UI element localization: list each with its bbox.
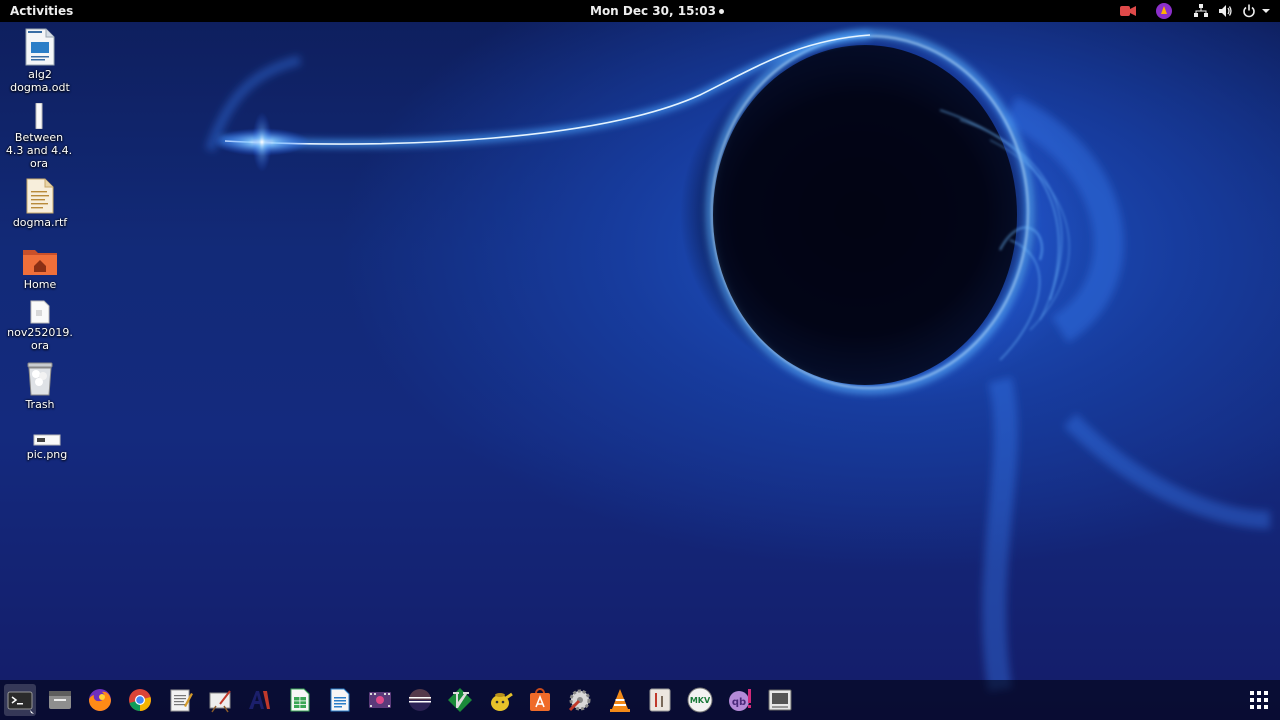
show-applications-button[interactable]	[1250, 691, 1268, 709]
dock-chrome[interactable]	[126, 686, 154, 714]
dock-firefox[interactable]	[86, 686, 114, 714]
desktop-file-nov252019-ora[interactable]: nov252019. ora	[2, 300, 78, 352]
dock-settings-tool[interactable]	[566, 686, 594, 714]
writer-icon	[330, 688, 350, 712]
dock-system-monitor[interactable]	[646, 686, 674, 714]
spreadsheet-icon	[290, 688, 310, 712]
ora-file-icon	[2, 300, 78, 324]
drawing-icon	[209, 690, 231, 713]
svg-text:MKV: MKV	[690, 696, 711, 705]
desktop-icon-label: alg2 dogma.odt	[10, 68, 70, 94]
chevron-down-icon[interactable]	[1262, 8, 1270, 14]
clock-label: Mon Dec 30, 15:03	[590, 4, 716, 18]
image-file-icon	[9, 432, 85, 446]
dock-text-editor[interactable]	[166, 686, 194, 714]
dock-video-editor[interactable]	[366, 686, 394, 714]
chrome-icon	[129, 689, 151, 711]
vim-icon	[448, 688, 472, 712]
writer-document-icon	[2, 28, 78, 66]
desktop-home-folder[interactable]: Home	[2, 244, 78, 291]
system-monitor-icon	[649, 688, 671, 712]
system-tray	[1110, 2, 1270, 20]
volume-icon[interactable]	[1218, 4, 1232, 18]
desktop-file-pic-png[interactable]: pic.png	[9, 432, 85, 461]
clock[interactable]: Mon Dec 30, 15:03	[590, 4, 724, 18]
rtf-document-icon	[2, 178, 78, 214]
firefox-extension-icon[interactable]	[1156, 3, 1172, 19]
kettle-icon	[491, 692, 513, 711]
qbittorrent-icon: qb	[729, 689, 751, 711]
dock-java-app[interactable]	[486, 686, 514, 714]
desktop-icon-label: pic.png	[26, 448, 68, 461]
activities-button[interactable]: Activities	[10, 4, 73, 18]
screen-recorder-icon[interactable]	[1120, 5, 1136, 17]
dock-vlc[interactable]	[606, 686, 634, 714]
notification-dot-icon	[718, 9, 724, 14]
dock-libreoffice-writer[interactable]	[326, 686, 354, 714]
files-icon	[49, 691, 71, 709]
firefox-icon	[89, 689, 111, 711]
desktop-icon-label: Trash	[25, 398, 55, 411]
wallpaper	[205, 31, 1271, 692]
eclipse-icon	[409, 689, 431, 711]
film-icon	[369, 692, 391, 708]
trash-icon	[2, 360, 78, 396]
dock-mkvtoolnix[interactable]: MKV	[686, 686, 714, 714]
dock-eclipse[interactable]	[406, 686, 434, 714]
desktop-icon-label: dogma.rtf	[12, 216, 68, 229]
software-center-icon	[530, 688, 550, 711]
desktop-trash[interactable]: Trash	[2, 360, 78, 411]
text-editor-icon	[170, 689, 193, 712]
mkv-icon: MKV	[687, 687, 713, 713]
dock-vim[interactable]	[446, 686, 474, 714]
dock: MKV qb	[0, 680, 1280, 720]
dock-software-center[interactable]	[526, 686, 554, 714]
desktop-file-alg2-dogma[interactable]: alg2 dogma.odt	[2, 28, 78, 94]
desktop-file-dogma-rtf[interactable]: dogma.rtf	[2, 178, 78, 229]
dock-qbittorrent[interactable]: qb	[726, 686, 754, 714]
terminal-icon	[7, 691, 34, 714]
desktop-icon-label: Between 4.3 and 4.4. ora	[5, 131, 73, 170]
dock-files[interactable]	[46, 686, 74, 714]
power-icon[interactable]	[1242, 4, 1256, 18]
svg-text:qb: qb	[732, 697, 746, 708]
settings-tool-icon	[568, 689, 591, 712]
ae-app-icon	[249, 691, 270, 709]
desktop-icon-label: nov252019. ora	[7, 326, 73, 352]
dock-screenshot-tool[interactable]	[766, 686, 794, 714]
ora-file-icon	[1, 103, 77, 129]
dock-ae-app[interactable]	[246, 686, 274, 714]
dock-libreoffice-calc[interactable]	[286, 686, 314, 714]
show-applications-icon	[1250, 691, 1268, 709]
screenshot-tool-icon	[768, 689, 792, 711]
top-bar: Activities Mon Dec 30, 15:03	[0, 0, 1280, 22]
home-folder-icon	[2, 244, 78, 276]
dock-drawing[interactable]	[206, 686, 234, 714]
vlc-icon	[610, 689, 630, 712]
dock-terminal[interactable]	[4, 684, 36, 716]
desktop-icon-label: Home	[23, 278, 57, 291]
network-icon[interactable]	[1194, 4, 1208, 18]
desktop-file-between-ora[interactable]: Between 4.3 and 4.4. ora	[1, 103, 77, 170]
